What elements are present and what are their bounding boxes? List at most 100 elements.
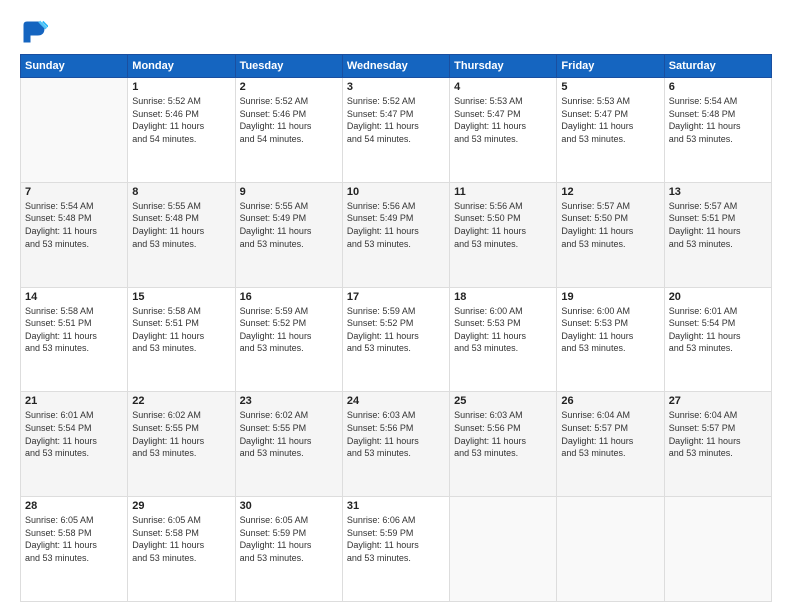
day-info: Sunrise: 5:54 AM Sunset: 5:48 PM Dayligh… xyxy=(25,200,123,250)
calendar-cell: 26 Sunrise: 6:04 AM Sunset: 5:57 PM Dayli… xyxy=(557,392,664,497)
weekday-header: Tuesday xyxy=(235,55,342,78)
day-info: Sunrise: 6:02 AM Sunset: 5:55 PM Dayligh… xyxy=(132,409,230,459)
calendar-cell: 7 Sunrise: 5:54 AM Sunset: 5:48 PM Daylig… xyxy=(21,182,128,287)
day-number: 21 xyxy=(25,395,123,407)
weekday-header: Wednesday xyxy=(342,55,449,78)
calendar-cell: 30 Sunrise: 6:05 AM Sunset: 5:59 PM Dayli… xyxy=(235,497,342,602)
day-info: Sunrise: 5:56 AM Sunset: 5:50 PM Dayligh… xyxy=(454,200,552,250)
day-number: 15 xyxy=(132,291,230,303)
calendar-cell: 2Sunrise: 5:52 AM Sunset: 5:46 PM Daylig… xyxy=(235,78,342,183)
day-number: 20 xyxy=(669,291,767,303)
calendar-cell: 25 Sunrise: 6:03 AM Sunset: 5:56 PM Dayli… xyxy=(450,392,557,497)
calendar-cell: 9 Sunrise: 5:55 AM Sunset: 5:49 PM Daylig… xyxy=(235,182,342,287)
day-info: Sunrise: 5:57 AM Sunset: 5:51 PM Dayligh… xyxy=(669,200,767,250)
day-info: Sunrise: 5:55 AM Sunset: 5:48 PM Dayligh… xyxy=(132,200,230,250)
calendar-cell: 19 Sunrise: 6:00 AM Sunset: 5:53 PM Dayli… xyxy=(557,287,664,392)
page: SundayMondayTuesdayWednesdayThursdayFrid… xyxy=(0,0,792,612)
day-info: Sunrise: 6:06 AM Sunset: 5:59 PM Dayligh… xyxy=(347,514,445,564)
calendar-week-row: 21 Sunrise: 6:01 AM Sunset: 5:54 PM Dayli… xyxy=(21,392,772,497)
calendar-week-row: 14 Sunrise: 5:58 AM Sunset: 5:51 PM Dayli… xyxy=(21,287,772,392)
calendar-week-row: 1 Sunrise: 5:52 AM Sunset: 5:46 PM Daylig… xyxy=(21,78,772,183)
logo xyxy=(20,18,52,46)
day-number: 3 xyxy=(347,81,445,93)
weekday-header: Saturday xyxy=(664,55,771,78)
calendar-cell: 4 Sunrise: 5:53 AM Sunset: 5:47 PM Daylig… xyxy=(450,78,557,183)
calendar-cell: 16 Sunrise: 5:59 AM Sunset: 5:52 PM Dayli… xyxy=(235,287,342,392)
day-info: Sunrise: 5:54 AM Sunset: 5:48 PM Dayligh… xyxy=(669,95,767,145)
day-number: 10 xyxy=(347,186,445,198)
day-info: Sunrise: 6:03 AM Sunset: 5:56 PM Dayligh… xyxy=(347,409,445,459)
calendar-cell: 14 Sunrise: 5:58 AM Sunset: 5:51 PM Dayli… xyxy=(21,287,128,392)
calendar-cell: 1 Sunrise: 5:52 AM Sunset: 5:46 PM Daylig… xyxy=(128,78,235,183)
weekday-header: Thursday xyxy=(450,55,557,78)
day-number: 18 xyxy=(454,291,552,303)
day-number: 6 xyxy=(669,81,767,93)
calendar-cell: 28Sunrise: 6:05 AM Sunset: 5:58 PM Dayli… xyxy=(21,497,128,602)
calendar-cell: 8Sunrise: 5:55 AM Sunset: 5:48 PM Daylig… xyxy=(128,182,235,287)
day-number: 27 xyxy=(669,395,767,407)
day-number: 1 xyxy=(132,81,230,93)
day-info: Sunrise: 6:04 AM Sunset: 5:57 PM Dayligh… xyxy=(561,409,659,459)
day-info: Sunrise: 6:01 AM Sunset: 5:54 PM Dayligh… xyxy=(669,305,767,355)
calendar-cell: 6 Sunrise: 5:54 AM Sunset: 5:48 PM Daylig… xyxy=(664,78,771,183)
day-info: Sunrise: 6:03 AM Sunset: 5:56 PM Dayligh… xyxy=(454,409,552,459)
calendar-cell xyxy=(664,497,771,602)
calendar-cell xyxy=(21,78,128,183)
calendar-cell: 3Sunrise: 5:52 AM Sunset: 5:47 PM Daylig… xyxy=(342,78,449,183)
day-info: Sunrise: 5:58 AM Sunset: 5:51 PM Dayligh… xyxy=(132,305,230,355)
day-number: 22 xyxy=(132,395,230,407)
day-info: Sunrise: 5:56 AM Sunset: 5:49 PM Dayligh… xyxy=(347,200,445,250)
calendar-week-row: 7 Sunrise: 5:54 AM Sunset: 5:48 PM Daylig… xyxy=(21,182,772,287)
day-info: Sunrise: 5:57 AM Sunset: 5:50 PM Dayligh… xyxy=(561,200,659,250)
calendar-cell: 12 Sunrise: 5:57 AM Sunset: 5:50 PM Dayli… xyxy=(557,182,664,287)
header xyxy=(20,18,772,46)
day-number: 24 xyxy=(347,395,445,407)
day-number: 14 xyxy=(25,291,123,303)
calendar-cell: 22 Sunrise: 6:02 AM Sunset: 5:55 PM Dayli… xyxy=(128,392,235,497)
calendar-cell: 29 Sunrise: 6:05 AM Sunset: 5:58 PM Dayli… xyxy=(128,497,235,602)
day-info: Sunrise: 6:01 AM Sunset: 5:54 PM Dayligh… xyxy=(25,409,123,459)
day-number: 11 xyxy=(454,186,552,198)
calendar-cell: 11 Sunrise: 5:56 AM Sunset: 5:50 PM Dayli… xyxy=(450,182,557,287)
day-number: 26 xyxy=(561,395,659,407)
day-number: 9 xyxy=(240,186,338,198)
calendar-cell: 23 Sunrise: 6:02 AM Sunset: 5:55 PM Dayli… xyxy=(235,392,342,497)
day-number: 29 xyxy=(132,500,230,512)
day-number: 4 xyxy=(454,81,552,93)
day-info: Sunrise: 6:05 AM Sunset: 5:58 PM Dayligh… xyxy=(25,514,123,564)
calendar-cell: 31 Sunrise: 6:06 AM Sunset: 5:59 PM Dayli… xyxy=(342,497,449,602)
day-info: Sunrise: 5:55 AM Sunset: 5:49 PM Dayligh… xyxy=(240,200,338,250)
day-info: Sunrise: 6:02 AM Sunset: 5:55 PM Dayligh… xyxy=(240,409,338,459)
calendar-header-row: SundayMondayTuesdayWednesdayThursdayFrid… xyxy=(21,55,772,78)
day-info: Sunrise: 5:59 AM Sunset: 5:52 PM Dayligh… xyxy=(240,305,338,355)
day-number: 17 xyxy=(347,291,445,303)
day-number: 30 xyxy=(240,500,338,512)
calendar-cell: 21 Sunrise: 6:01 AM Sunset: 5:54 PM Dayli… xyxy=(21,392,128,497)
day-number: 25 xyxy=(454,395,552,407)
calendar-cell: 24 Sunrise: 6:03 AM Sunset: 5:56 PM Dayli… xyxy=(342,392,449,497)
calendar-cell: 10 Sunrise: 5:56 AM Sunset: 5:49 PM Dayli… xyxy=(342,182,449,287)
weekday-header: Sunday xyxy=(21,55,128,78)
weekday-header: Friday xyxy=(557,55,664,78)
calendar-cell: 13 Sunrise: 5:57 AM Sunset: 5:51 PM Dayli… xyxy=(664,182,771,287)
day-number: 19 xyxy=(561,291,659,303)
day-info: Sunrise: 5:58 AM Sunset: 5:51 PM Dayligh… xyxy=(25,305,123,355)
calendar-cell: 15 Sunrise: 5:58 AM Sunset: 5:51 PM Dayli… xyxy=(128,287,235,392)
day-info: Sunrise: 6:05 AM Sunset: 5:58 PM Dayligh… xyxy=(132,514,230,564)
logo-icon xyxy=(20,18,48,46)
day-number: 31 xyxy=(347,500,445,512)
weekday-header: Monday xyxy=(128,55,235,78)
day-number: 5 xyxy=(561,81,659,93)
day-number: 13 xyxy=(669,186,767,198)
day-number: 7 xyxy=(25,186,123,198)
day-info: Sunrise: 5:52 AM Sunset: 5:46 PM Dayligh… xyxy=(240,95,338,145)
day-number: 23 xyxy=(240,395,338,407)
day-number: 16 xyxy=(240,291,338,303)
day-info: Sunrise: 5:59 AM Sunset: 5:52 PM Dayligh… xyxy=(347,305,445,355)
day-info: Sunrise: 6:05 AM Sunset: 5:59 PM Dayligh… xyxy=(240,514,338,564)
day-info: Sunrise: 5:53 AM Sunset: 5:47 PM Dayligh… xyxy=(561,95,659,145)
day-info: Sunrise: 6:00 AM Sunset: 5:53 PM Dayligh… xyxy=(561,305,659,355)
day-info: Sunrise: 5:53 AM Sunset: 5:47 PM Dayligh… xyxy=(454,95,552,145)
day-number: 12 xyxy=(561,186,659,198)
day-info: Sunrise: 5:52 AM Sunset: 5:46 PM Dayligh… xyxy=(132,95,230,145)
